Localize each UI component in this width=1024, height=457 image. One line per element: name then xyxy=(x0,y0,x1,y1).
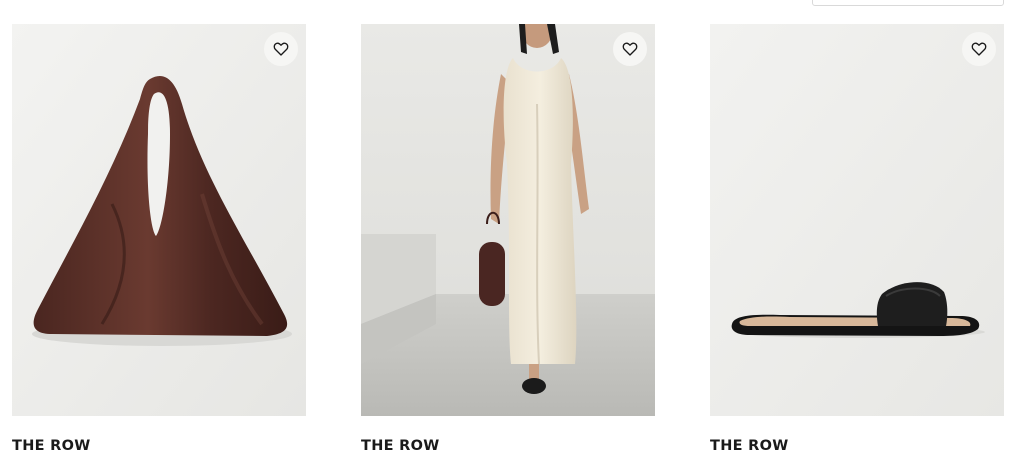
wishlist-button[interactable] xyxy=(962,32,996,66)
leather-bag-illustration xyxy=(12,24,306,416)
product-image-sandal[interactable] xyxy=(710,24,1004,416)
product-image-dress[interactable] xyxy=(361,24,655,416)
product-brand[interactable]: THE ROW xyxy=(361,438,440,454)
model-dress-illustration xyxy=(361,24,655,416)
product-brand[interactable]: THE ROW xyxy=(710,438,789,454)
heart-outline-icon xyxy=(622,42,638,56)
heart-outline-icon xyxy=(971,42,987,56)
search-field[interactable] xyxy=(812,0,1004,6)
product-brand[interactable]: THE ROW xyxy=(12,438,91,454)
product-card[interactable]: THE ROW xyxy=(361,24,655,454)
slide-sandal-illustration xyxy=(710,24,1004,416)
product-card[interactable]: THE ROW xyxy=(710,24,1004,454)
heart-outline-icon xyxy=(273,42,289,56)
wishlist-button[interactable] xyxy=(264,32,298,66)
product-card[interactable]: THE ROW xyxy=(12,24,306,454)
wishlist-button[interactable] xyxy=(613,32,647,66)
product-image-bag[interactable] xyxy=(12,24,306,416)
